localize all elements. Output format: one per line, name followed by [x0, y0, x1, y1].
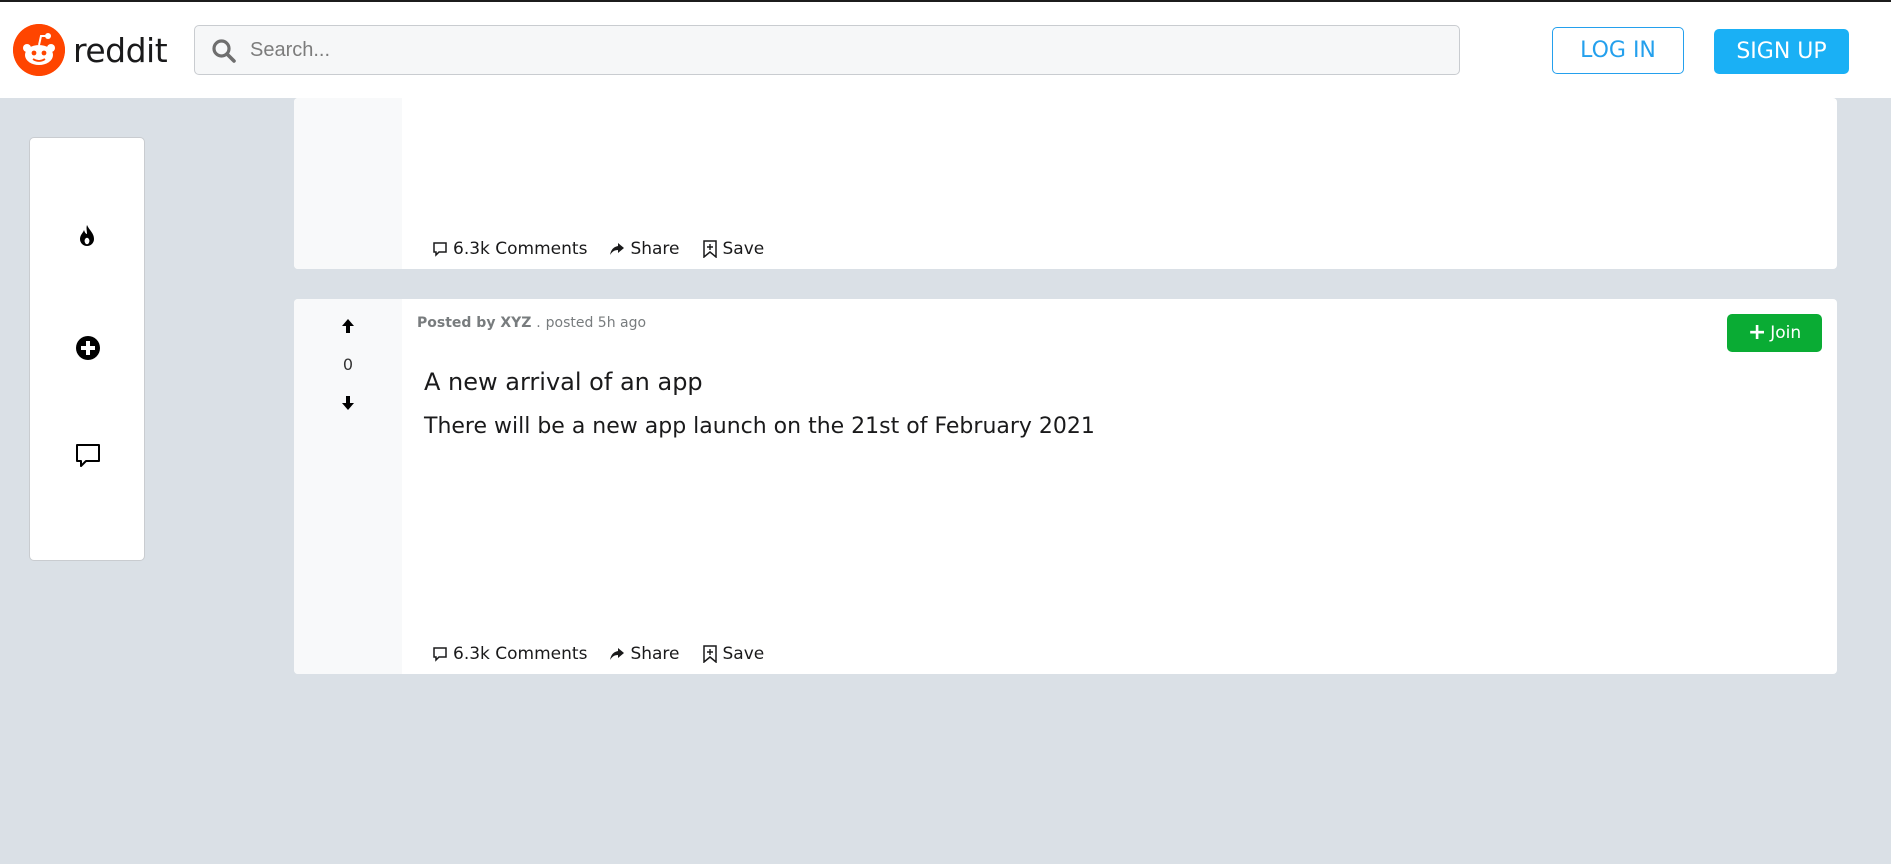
- join-label: Join: [1770, 323, 1802, 343]
- share-button[interactable]: Share: [609, 644, 680, 664]
- logo-wordmark: reddit: [73, 30, 168, 70]
- post-meta: Posted by XYZ . posted 5h ago: [417, 315, 646, 331]
- top-navbar: reddit LOG IN SIGN UP: [0, 2, 1891, 98]
- post-card: 0 Posted by XYZ . posted 5h ago + Join A…: [294, 299, 1837, 674]
- downvote-arrow-icon[interactable]: [340, 394, 356, 412]
- reddit-snoo-icon: [13, 24, 65, 76]
- share-label: Share: [630, 239, 680, 259]
- comments-label: 6.3k Comments: [453, 644, 588, 664]
- comment-icon: [76, 444, 100, 467]
- save-button[interactable]: Save: [702, 239, 765, 259]
- save-label: Save: [722, 644, 765, 664]
- post-actions: 6.3k Comments Share Save: [432, 239, 786, 259]
- post-body: There will be a new app launch on the 21…: [424, 414, 1095, 439]
- sidebar-item-popular[interactable]: [75, 223, 99, 253]
- plus-circle-icon: [76, 336, 100, 360]
- comments-label: 6.3k Comments: [453, 239, 588, 259]
- share-label: Share: [630, 644, 680, 664]
- vote-column: 0: [294, 299, 402, 674]
- save-button[interactable]: Save: [702, 644, 765, 664]
- post-actions: 6.3k Comments Share Save: [432, 644, 786, 664]
- left-sidebar: [29, 137, 145, 561]
- vote-count: 0: [342, 355, 354, 374]
- bookmark-icon: [702, 240, 717, 258]
- bookmark-icon: [702, 645, 717, 663]
- join-button[interactable]: + Join: [1727, 314, 1822, 352]
- posted-by-label: Posted by: [417, 315, 496, 331]
- log-in-button[interactable]: LOG IN: [1552, 27, 1684, 74]
- sidebar-item-chat[interactable]: [75, 443, 101, 473]
- reddit-logo[interactable]: reddit: [13, 24, 168, 76]
- scrollbar[interactable]: [1872, 98, 1891, 864]
- save-label: Save: [722, 239, 765, 259]
- post-author[interactable]: XYZ: [500, 315, 531, 331]
- comment-icon: [433, 242, 447, 257]
- share-icon: [610, 648, 625, 660]
- search-bar[interactable]: [194, 25, 1460, 75]
- comment-icon: [433, 647, 447, 662]
- plus-icon: +: [1747, 320, 1767, 345]
- post-title[interactable]: A new arrival of an app: [424, 368, 703, 396]
- upvote-arrow-icon[interactable]: [340, 317, 356, 335]
- comments-button[interactable]: 6.3k Comments: [432, 239, 587, 259]
- post-card: 6.3k Comments Share Save: [294, 98, 1837, 269]
- sidebar-item-create[interactable]: [75, 335, 101, 365]
- comments-button[interactable]: 6.3k Comments: [432, 644, 587, 664]
- share-button[interactable]: Share: [609, 239, 680, 259]
- meta-separator: .: [536, 315, 541, 331]
- search-icon: [212, 39, 236, 63]
- sign-up-button[interactable]: SIGN UP: [1714, 29, 1849, 74]
- post-time: posted 5h ago: [545, 315, 647, 331]
- vote-column: [294, 98, 402, 269]
- share-icon: [610, 243, 625, 255]
- search-input[interactable]: [250, 26, 1440, 74]
- flame-icon: [80, 225, 94, 246]
